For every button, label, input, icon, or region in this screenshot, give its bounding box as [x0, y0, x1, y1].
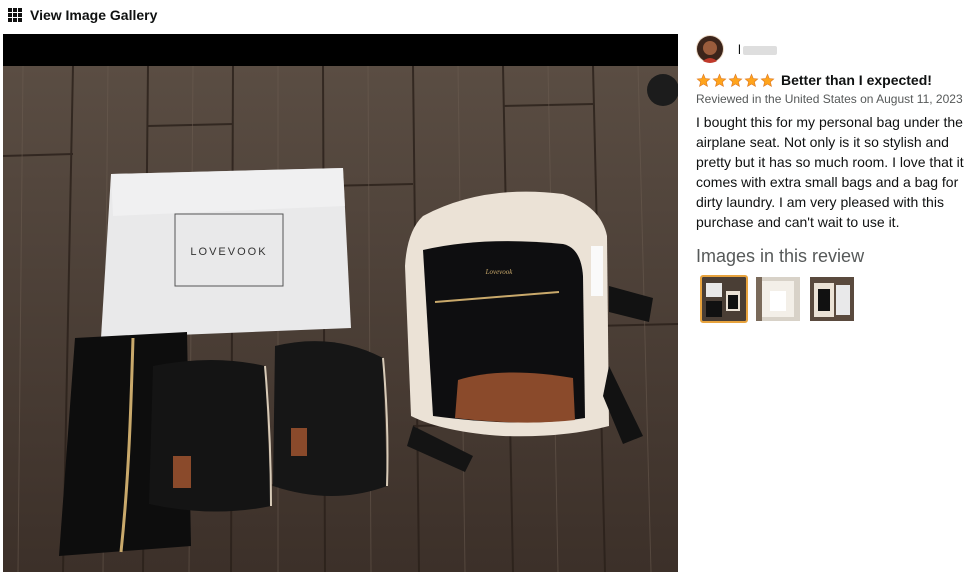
star-icon [712, 72, 727, 87]
star-icon [728, 72, 743, 87]
review-body: I bought this for my personal bag under … [696, 114, 964, 230]
star-icon [744, 72, 759, 87]
name-redaction [742, 45, 777, 55]
review-meta: Reviewed in the United States on August … [696, 92, 963, 106]
backpack-logo: Lovevook [485, 268, 514, 276]
main-review-photo: LOVEVOOK Lovevook [3, 66, 678, 572]
reviewer-name[interactable]: l [738, 42, 777, 57]
grid-icon [8, 8, 22, 22]
thumbnail-2[interactable] [754, 275, 802, 323]
star-rating [696, 72, 775, 88]
review-title[interactable]: Better than I expected! [781, 72, 932, 88]
reviewer-row: l [696, 34, 974, 64]
review-panel: l Better than I expected! Reviewed in th… [696, 34, 974, 323]
gallery-header[interactable]: View Image Gallery [8, 4, 157, 26]
dust-bag-brand: LOVEVOOK [190, 246, 267, 258]
star-icon [696, 72, 711, 87]
images-heading: Images in this review [696, 246, 865, 266]
reviewer-avatar[interactable] [696, 35, 724, 63]
thumbnail-1[interactable] [700, 275, 748, 323]
star-icon [760, 72, 775, 87]
thumbnail-3[interactable] [808, 275, 856, 323]
gallery-title[interactable]: View Image Gallery [30, 7, 157, 23]
rating-row: Better than I expected! [696, 70, 974, 90]
thumbnail-strip [696, 275, 974, 323]
